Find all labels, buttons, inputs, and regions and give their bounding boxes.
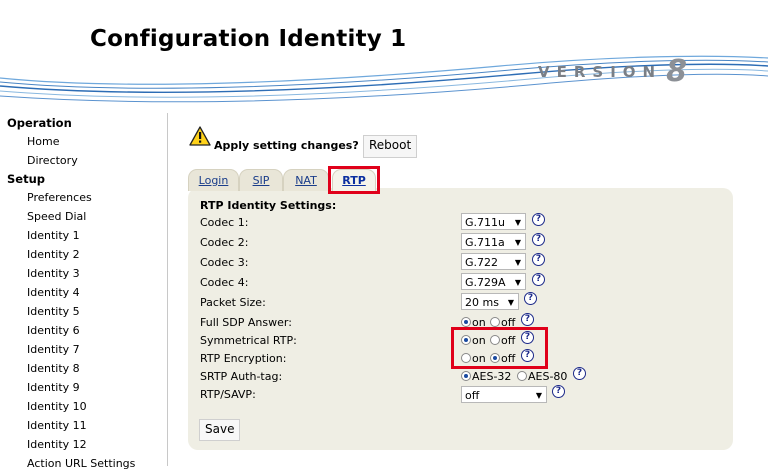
tab-sip[interactable]: SIP <box>239 169 283 191</box>
sidebar-item-identity-8[interactable]: Identity 8 <box>27 362 80 375</box>
sidebar <box>0 113 168 466</box>
help-icon[interactable]: ? <box>532 253 545 266</box>
full-sdp-on-radio[interactable] <box>461 317 471 327</box>
chevron-down-icon: ▼ <box>514 258 521 267</box>
codec3-select[interactable]: G.722 ▼ <box>461 253 526 270</box>
tab-login[interactable]: Login <box>188 169 239 191</box>
sidebar-item-speed-dial[interactable]: Speed Dial <box>27 210 86 223</box>
sidebar-item-identity-12[interactable]: Identity 12 <box>27 438 87 451</box>
chevron-down-icon: ▼ <box>507 298 514 307</box>
codec2-select[interactable]: G.711a ▼ <box>461 233 526 250</box>
full-sdp-off-radio[interactable] <box>490 317 500 327</box>
codec2-value: G.711a <box>465 236 505 249</box>
srtp-aes80-text: AES-80 <box>528 370 568 383</box>
help-icon[interactable]: ? <box>552 385 565 398</box>
rtp-settings-title: RTP Identity Settings: <box>200 199 337 212</box>
sidebar-section-setup: Setup <box>7 172 45 186</box>
chevron-down-icon: ▼ <box>535 391 542 400</box>
warning-icon <box>189 126 211 146</box>
highlight-rtp-radios <box>451 327 548 369</box>
version-badge: VERSION 8 <box>538 50 687 89</box>
help-icon[interactable]: ? <box>532 273 545 286</box>
codec3-value: G.722 <box>465 256 499 269</box>
help-icon[interactable]: ? <box>532 213 545 226</box>
sidebar-item-home[interactable]: Home <box>27 135 59 148</box>
srtp-aes32-text: AES-32 <box>472 370 512 383</box>
version-number: 8 <box>666 54 687 89</box>
sidebar-item-identity-1[interactable]: Identity 1 <box>27 229 80 242</box>
sidebar-section-operation: Operation <box>7 116 72 130</box>
sidebar-item-identity-6[interactable]: Identity 6 <box>27 324 80 337</box>
sidebar-item-preferences[interactable]: Preferences <box>27 191 92 204</box>
rtp-savp-value: off <box>465 389 480 402</box>
help-icon[interactable]: ? <box>521 313 534 326</box>
version-label: VERSION <box>538 63 663 81</box>
help-icon[interactable]: ? <box>532 233 545 246</box>
codec3-label: Codec 3: <box>200 256 249 269</box>
codec1-value: G.711u <box>465 216 505 229</box>
help-icon[interactable]: ? <box>573 367 586 380</box>
codec4-select[interactable]: G.729A ▼ <box>461 273 526 290</box>
codec4-value: G.729A <box>465 276 506 289</box>
page-title: Configuration Identity 1 <box>90 26 407 52</box>
sidebar-item-identity-9[interactable]: Identity 9 <box>27 381 80 394</box>
sidebar-item-identity-4[interactable]: Identity 4 <box>27 286 80 299</box>
codec1-select[interactable]: G.711u ▼ <box>461 213 526 230</box>
header: Configuration Identity 1 VERSION 8 <box>0 0 768 110</box>
packet-size-select[interactable]: 20 ms ▼ <box>461 293 519 310</box>
codec2-label: Codec 2: <box>200 236 249 249</box>
codec1-label: Codec 1: <box>200 216 249 229</box>
help-icon[interactable]: ? <box>524 292 537 305</box>
sidebar-item-identity-3[interactable]: Identity 3 <box>27 267 80 280</box>
highlight-rtp-tab <box>328 166 380 194</box>
sidebar-item-identity-10[interactable]: Identity 10 <box>27 400 87 413</box>
chevron-down-icon: ▼ <box>514 218 521 227</box>
sidebar-item-identity-2[interactable]: Identity 2 <box>27 248 80 261</box>
rtp-savp-select[interactable]: off ▼ <box>461 386 547 403</box>
packet-size-value: 20 ms <box>465 296 499 309</box>
srtp-aes32-radio[interactable] <box>461 371 471 381</box>
sidebar-divider <box>167 113 168 466</box>
sidebar-item-action-url-settings[interactable]: Action URL Settings <box>27 457 135 470</box>
reboot-button[interactable]: Reboot <box>363 135 418 158</box>
sidebar-item-directory[interactable]: Directory <box>27 154 78 167</box>
save-button[interactable]: Save <box>199 419 241 441</box>
packet-size-label: Packet Size: <box>200 296 266 309</box>
full-sdp-label: Full SDP Answer: <box>200 316 292 329</box>
tab-nat[interactable]: NAT <box>283 169 329 191</box>
apply-changes-text: Apply setting changes? <box>214 139 359 152</box>
chevron-down-icon: ▼ <box>514 278 521 287</box>
sidebar-item-identity-7[interactable]: Identity 7 <box>27 343 80 356</box>
sidebar-item-identity-5[interactable]: Identity 5 <box>27 305 80 318</box>
symmetrical-rtp-label: Symmetrical RTP: <box>200 334 297 347</box>
codec4-label: Codec 4: <box>200 276 249 289</box>
rtp-encryption-label: RTP Encryption: <box>200 352 287 365</box>
srtp-auth-tag-label: SRTP Auth-tag: <box>200 370 283 383</box>
sidebar-item-identity-11[interactable]: Identity 11 <box>27 419 87 432</box>
srtp-aes80-radio[interactable] <box>517 371 527 381</box>
chevron-down-icon: ▼ <box>514 238 521 247</box>
rtp-savp-label: RTP/SAVP: <box>200 388 256 401</box>
